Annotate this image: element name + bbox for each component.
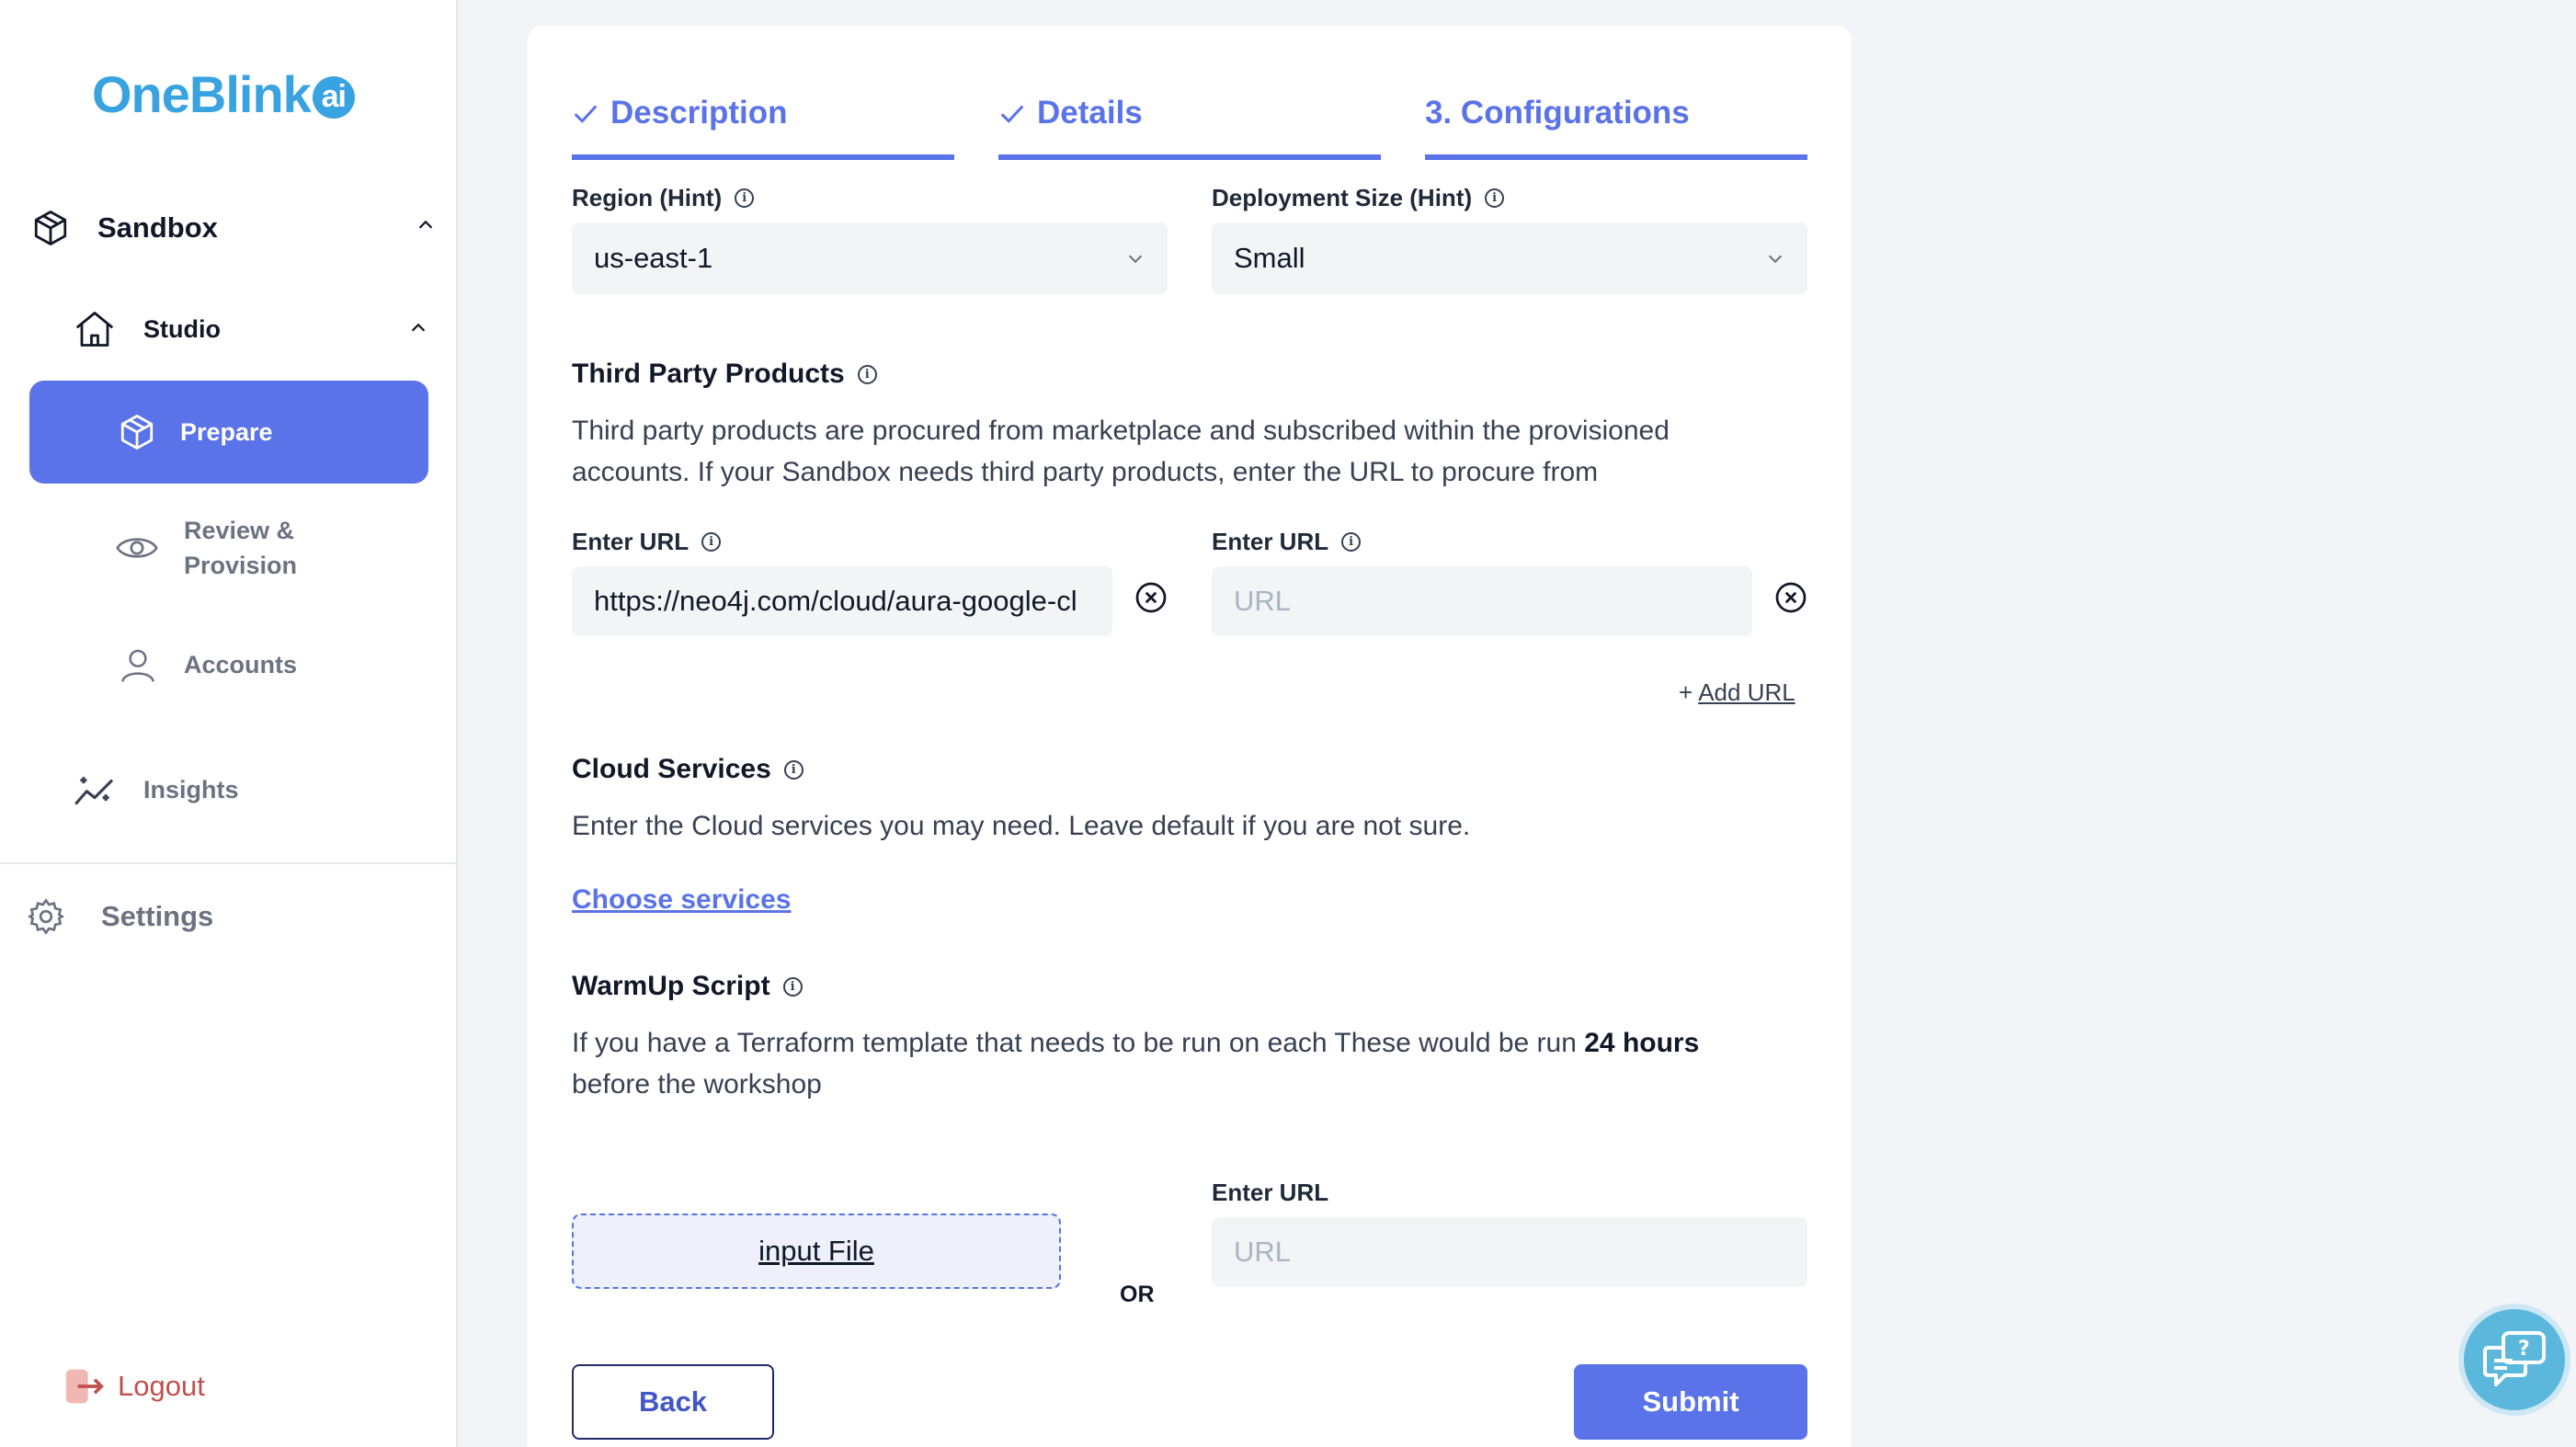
logout-button[interactable]: Logout (64, 1362, 205, 1410)
plus-icon: + (1679, 678, 1693, 706)
deployment-size-value: Small (1234, 242, 1305, 274)
sidebar-item-studio[interactable]: Studio (74, 305, 428, 353)
warmup-title: WarmUp Script i (572, 971, 803, 1002)
gear-icon (28, 898, 64, 935)
warmup-description: If you have a Terraform template that ne… (572, 1022, 1822, 1105)
info-icon[interactable]: i (701, 532, 722, 552)
configuration-card: Description Details 3. Configurations Re… (528, 26, 1852, 1447)
info-icon[interactable]: i (1485, 188, 1505, 208)
sidebar: OneBlink ai Sandbox Studio Prepare Revie… (0, 0, 458, 1447)
brand-name: OneBlink (92, 65, 312, 123)
chevron-up-icon[interactable] (416, 215, 436, 235)
sidebar-item-prepare[interactable]: Prepare (29, 381, 428, 484)
sidebar-item-insights[interactable]: Insights (74, 767, 239, 813)
info-icon[interactable]: i (735, 188, 755, 208)
warmup-description-bold: 24 hours (1584, 1028, 1700, 1058)
chevron-down-icon (1128, 255, 1143, 264)
url-label-1-text: Enter URL (572, 528, 690, 555)
back-button[interactable]: Back (572, 1364, 774, 1440)
third-party-description-line1: Third party products are procured from m… (572, 416, 1670, 446)
or-separator: OR (1120, 1282, 1155, 1307)
step-description[interactable]: Description (572, 72, 954, 160)
info-icon[interactable]: i (783, 759, 804, 780)
step-configurations[interactable]: 3. Configurations (1425, 72, 1807, 160)
sidebar-item-review-provision[interactable]: Review & Provision (116, 511, 410, 585)
deployment-size-select[interactable]: Small (1212, 222, 1807, 294)
svg-text:?: ? (2518, 1338, 2530, 1361)
cube-icon (34, 211, 67, 245)
third-party-title: Third Party Products i (572, 359, 877, 390)
cloud-services-title-text: Cloud Services (572, 754, 771, 784)
sidebar-item-accounts[interactable]: Accounts (120, 642, 297, 688)
chevron-up-icon[interactable] (408, 318, 428, 338)
third-party-description: Third party products are procured from m… (572, 410, 1807, 493)
region-label-text: Region (Hint) (572, 184, 723, 211)
sidebar-item-label: Review & Provision (184, 517, 298, 579)
clear-circle-icon[interactable] (1134, 581, 1168, 614)
brand-badge: ai (312, 75, 355, 119)
deployment-size-label-text: Deployment Size (Hint) (1212, 184, 1473, 211)
home-icon (75, 312, 114, 347)
warmup-url-label: Enter URL (1212, 1179, 1329, 1206)
third-party-url-input-1[interactable]: https://neo4j.com/cloud/aura-google-cl (572, 566, 1112, 636)
check-icon (1000, 105, 1024, 123)
cloud-services-description: Enter the Cloud services you may need. L… (572, 811, 1471, 841)
user-icon (121, 649, 154, 682)
warmup-description-text: If you have a Terraform template that ne… (572, 1028, 1585, 1058)
trend-sparkle-icon (74, 777, 114, 805)
cube-icon (120, 415, 154, 450)
input-file-label: input File (758, 1235, 874, 1267)
info-icon[interactable]: i (782, 976, 803, 997)
sidebar-divider (0, 862, 458, 864)
region-select[interactable]: us-east-1 (572, 222, 1168, 294)
warmup-description-line2: before the workshop (572, 1069, 822, 1099)
info-icon[interactable]: i (857, 364, 877, 384)
sidebar-item-label: Settings (101, 900, 214, 932)
step-label: Details (1037, 95, 1143, 131)
sidebar-item-label: Accounts (184, 650, 298, 678)
warmup-url-input[interactable]: URL (1212, 1217, 1807, 1287)
third-party-description-line2: accounts. If your Sandbox needs third pa… (572, 457, 1599, 487)
warmup-url-placeholder: URL (1234, 1236, 1292, 1268)
region-value: us-east-1 (594, 242, 713, 274)
sidebar-item-sandbox[interactable]: Sandbox (31, 202, 436, 254)
logout-label: Logout (118, 1370, 205, 1402)
stepper: Description Details 3. Configurations (572, 72, 1807, 160)
clear-circle-icon[interactable] (1774, 581, 1807, 614)
choose-services-link[interactable]: Choose services (572, 884, 791, 916)
sidebar-item-label: Sandbox (97, 211, 218, 244)
info-icon[interactable]: i (1341, 532, 1362, 552)
url-label-2: Enter URL i (1212, 528, 1362, 556)
url-label-2-text: Enter URL (1212, 528, 1329, 555)
third-party-url-input-2[interactable]: URL (1212, 566, 1752, 636)
warmup-title-text: WarmUp Script (572, 971, 770, 1001)
check-icon (574, 105, 598, 123)
input-file-dropzone[interactable]: input File (572, 1213, 1061, 1289)
chat-help-icon: ? (2483, 1331, 2546, 1386)
sidebar-item-settings[interactable]: Settings (28, 892, 213, 941)
step-details[interactable]: Details (998, 72, 1381, 160)
eye-icon (116, 538, 158, 558)
step-label: 3. Configurations (1425, 95, 1690, 131)
cloud-services-title: Cloud Services i (572, 754, 804, 785)
third-party-url-value-1: https://neo4j.com/cloud/aura-google-cl (594, 585, 1077, 617)
third-party-title-text: Third Party Products (572, 359, 845, 389)
deployment-size-label: Deployment Size (Hint) i (1212, 184, 1505, 212)
url-label-1: Enter URL i (572, 528, 722, 556)
help-chat-button[interactable]: ? (2458, 1304, 2570, 1416)
sidebar-item-label: Prepare (180, 417, 273, 446)
sidebar-item-label: Insights (143, 775, 239, 803)
third-party-url-placeholder-2: URL (1234, 585, 1292, 617)
logout-icon (65, 1369, 104, 1404)
step-label: Description (610, 95, 788, 131)
add-url-link[interactable]: + Add URL (1679, 678, 1795, 707)
submit-button[interactable]: Submit (1574, 1364, 1807, 1440)
chevron-down-icon (1768, 255, 1783, 264)
sidebar-item-label: Studio (143, 314, 221, 343)
brand-logo[interactable]: OneBlink ai (92, 64, 355, 124)
add-url-label: Add URL (1698, 678, 1795, 706)
region-label: Region (Hint) i (572, 184, 755, 212)
